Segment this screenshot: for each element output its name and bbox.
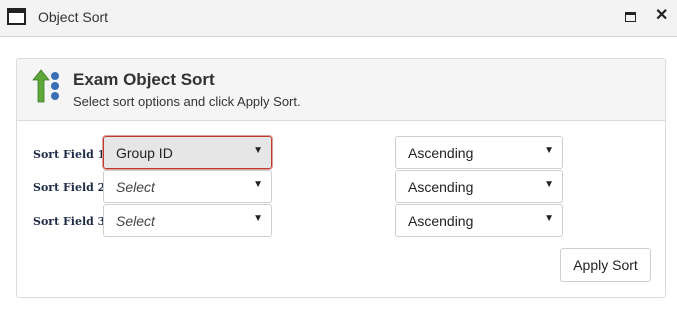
- chevron-down-icon: ▼: [544, 213, 554, 224]
- title-bar: Object Sort ✕: [0, 0, 677, 37]
- sort-direction-1-value: Ascending: [408, 145, 474, 161]
- sort-direction-1-select[interactable]: Ascending ▼: [395, 136, 563, 169]
- sort-direction-3-value: Ascending: [408, 213, 474, 229]
- maximize-icon[interactable]: [625, 12, 636, 22]
- sort-direction-2-select[interactable]: Ascending ▼: [395, 170, 563, 203]
- sort-field-3-value: Select: [116, 213, 155, 229]
- window-title: Object Sort: [38, 9, 109, 25]
- sort-field-1-value: Group ID: [116, 145, 173, 161]
- sort-icon: [32, 69, 59, 103]
- apply-sort-button[interactable]: Apply Sort: [560, 248, 651, 282]
- sort-field-2-value: Select: [116, 179, 155, 195]
- chevron-down-icon: ▼: [253, 145, 263, 156]
- sort-field-2-label: Sort Field 2:: [33, 181, 110, 194]
- sort-field-1-label: Sort Field 1:: [33, 148, 110, 161]
- chevron-down-icon: ▼: [544, 179, 554, 190]
- sort-field-2-select[interactable]: Select ▼: [103, 170, 272, 203]
- close-icon[interactable]: ✕: [655, 7, 668, 25]
- sort-field-3-select[interactable]: Select ▼: [103, 204, 272, 237]
- sort-direction-3-select[interactable]: Ascending ▼: [395, 204, 563, 237]
- chevron-down-icon: ▼: [253, 179, 263, 190]
- sort-field-1-select[interactable]: Group ID ▼: [102, 135, 273, 170]
- sort-field-3-label: Sort Field 3:: [33, 215, 110, 228]
- chevron-down-icon: ▼: [544, 145, 554, 156]
- chevron-down-icon: ▼: [253, 213, 263, 224]
- sort-panel: Exam Object Sort Select sort options and…: [16, 58, 666, 298]
- panel-title: Exam Object Sort: [73, 70, 215, 89]
- panel-header: Exam Object Sort Select sort options and…: [17, 59, 665, 121]
- sort-direction-2-value: Ascending: [408, 179, 474, 195]
- window-icon: [7, 8, 26, 25]
- panel-subtitle: Select sort options and click Apply Sort…: [73, 94, 301, 109]
